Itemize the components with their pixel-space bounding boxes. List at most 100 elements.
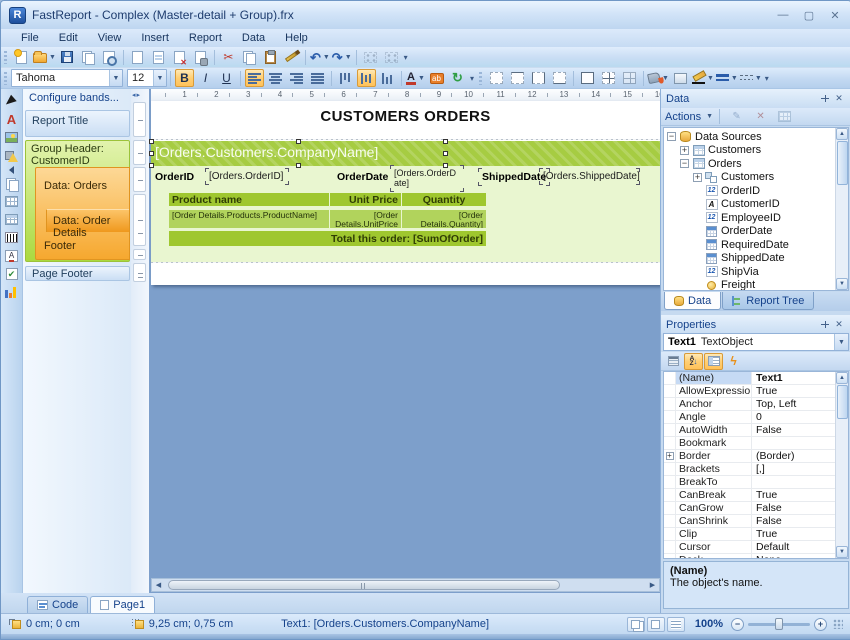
quantity-data-cell[interactable]: [Order Details.Quantity] (402, 210, 486, 228)
preview-button[interactable] (100, 48, 119, 66)
menu-edit[interactable]: Edit (49, 30, 88, 46)
redo-button[interactable]: ↷▼ (332, 48, 352, 66)
expand-icon[interactable] (666, 452, 674, 460)
property-row[interactable]: CanBreakTrue (664, 489, 835, 502)
categorized-view-button[interactable] (664, 353, 683, 370)
property-pages-button[interactable] (704, 353, 723, 370)
barcode-object-button[interactable] (3, 229, 21, 246)
scroll-down-arrow-icon[interactable]: ▼ (836, 278, 848, 290)
product-name-data-cell[interactable]: [Order Details.Products.ProductName] (169, 210, 329, 228)
order-date-label[interactable]: OrderDate (337, 171, 388, 183)
property-row[interactable]: DockNone (664, 554, 835, 558)
richtext-object-button[interactable] (3, 247, 21, 264)
unit-price-header-cell[interactable]: Unit Price (330, 193, 401, 206)
tree-item-freight[interactable]: Freight (664, 279, 835, 291)
expand-icon[interactable] (680, 146, 689, 155)
collapse-icon[interactable] (680, 159, 689, 168)
product-name-header-cell[interactable]: Product name (169, 193, 329, 206)
new-page-button[interactable] (128, 48, 147, 66)
tree-item-orders[interactable]: Orders (664, 157, 835, 171)
quantity-header-cell[interactable]: Quantity (402, 193, 486, 206)
zoom-slider[interactable] (748, 623, 810, 626)
ungroup-button[interactable] (382, 48, 401, 66)
rotation-button[interactable]: ↻ (448, 69, 467, 87)
data-order-details-band[interactable]: Product name Unit Price Quantity [Order … (151, 193, 660, 263)
fill-color-button[interactable]: ▼ (648, 69, 669, 87)
selection-handle[interactable] (296, 139, 301, 144)
events-button[interactable]: ϟ (724, 353, 743, 370)
align-justify-button[interactable] (308, 69, 327, 87)
delete-page-button[interactable] (170, 48, 189, 66)
chevron-down-icon[interactable]: ▼ (109, 70, 122, 86)
underline-button[interactable]: U (217, 69, 236, 87)
zoom-slider-thumb[interactable] (775, 618, 783, 630)
chart-object-button[interactable] (3, 283, 21, 300)
chevron-down-icon[interactable]: ▼ (834, 334, 848, 350)
property-row[interactable]: CursorDefault (664, 541, 835, 554)
selection-handle[interactable] (443, 163, 448, 168)
group-header-band[interactable]: [Orders.Customers.CompanyName] (151, 141, 660, 166)
valign-bottom-button[interactable] (378, 69, 397, 87)
line-style-button[interactable]: ▼ (740, 69, 762, 87)
tab-data[interactable]: Data (664, 292, 721, 310)
page-footer-band[interactable] (151, 264, 660, 283)
property-grid-scrollbar[interactable]: ▲ ▼ (835, 372, 848, 558)
line-color-button[interactable]: ▼ (692, 69, 714, 87)
horizontal-scrollbar[interactable]: ◀ ▶ (151, 578, 660, 592)
zoom-in-button[interactable]: + (814, 618, 827, 631)
tree-item-orderdate[interactable]: OrderDate (664, 225, 835, 239)
font-name-combobox[interactable]: Tahoma▼ (11, 69, 123, 87)
line-width-button[interactable]: ▼ (716, 69, 738, 87)
toolbar-grip[interactable] (4, 72, 7, 85)
configure-bands-link[interactable]: Configure bands... (23, 89, 131, 107)
data-tree-scrollbar[interactable]: ▲ ▼ (835, 128, 848, 290)
toolbar-grip[interactable] (479, 72, 482, 85)
tree-item-data-sources[interactable]: Data Sources (664, 130, 835, 144)
shipped-date-expression[interactable]: [Orders.ShippedDate] (543, 171, 636, 182)
property-row[interactable]: CanGrowFalse (664, 502, 835, 515)
valign-top-button[interactable] (336, 69, 355, 87)
selection-handle[interactable] (149, 139, 154, 144)
property-row[interactable]: AutoWidthFalse (664, 424, 835, 437)
copy-page-button[interactable] (149, 48, 168, 66)
save-all-button[interactable] (79, 48, 98, 66)
menu-insert[interactable]: Insert (131, 30, 179, 46)
tree-item-shipvia[interactable]: ShipVia (664, 265, 835, 279)
expand-icon[interactable] (693, 173, 702, 182)
menu-view[interactable]: View (88, 30, 132, 46)
property-row[interactable]: Angle0 (664, 411, 835, 424)
scroll-right-arrow-icon[interactable]: ▶ (646, 579, 659, 591)
view-single-page-button[interactable] (647, 617, 665, 632)
delete-datasource-button[interactable]: ✕ (751, 108, 770, 126)
tree-item-customers[interactable]: Customers (664, 144, 835, 158)
tab-report-tree[interactable]: Report Tree (722, 292, 814, 310)
scrollbar-thumb[interactable] (168, 580, 560, 590)
tree-item-employeeid[interactable]: EmployeeID (664, 211, 835, 225)
border-all-button[interactable] (487, 69, 506, 87)
italic-button[interactable]: I (196, 69, 215, 87)
valign-center-button[interactable] (357, 69, 376, 87)
fill-style-button[interactable] (671, 69, 690, 87)
table-object-button[interactable] (3, 193, 21, 210)
selection-handle[interactable] (443, 151, 448, 156)
band-group-header[interactable]: Group Header: CustomerID Data: Orders Da… (25, 140, 130, 262)
text-object-button[interactable]: A (3, 111, 21, 128)
toolbar-overflow-button[interactable]: ▾ (470, 74, 474, 83)
alphabetical-view-button[interactable]: ↓ (684, 353, 703, 370)
total-footer-cell[interactable]: Total this order: [SumOfOrder] (169, 231, 486, 246)
copy-button[interactable] (240, 48, 259, 66)
splitter-arrows-icon[interactable]: ◂▸ (132, 91, 141, 99)
property-row[interactable]: AllowExpressioTrue (664, 385, 835, 398)
font-size-combobox[interactable]: 12▼ (127, 69, 167, 87)
data-orders-band[interactable]: OrderID [Orders.OrderID] OrderDate [Orde… (151, 166, 660, 193)
unit-price-data-cell[interactable]: [Order Details.UnitPrice] (330, 210, 401, 228)
property-row[interactable]: AnchorTop, Left (664, 398, 835, 411)
view-continuous-button[interactable] (667, 617, 685, 632)
order-date-expression[interactable]: [Orders.OrderDate] (394, 168, 460, 189)
border-top-button[interactable] (508, 69, 527, 87)
order-id-label[interactable]: OrderID (155, 171, 194, 183)
text-background-button[interactable] (427, 69, 446, 87)
tab-page1[interactable]: Page1 (90, 596, 155, 613)
tree-item-shippeddate[interactable]: ShippedDate (664, 252, 835, 266)
border-bottom-button[interactable] (550, 69, 569, 87)
